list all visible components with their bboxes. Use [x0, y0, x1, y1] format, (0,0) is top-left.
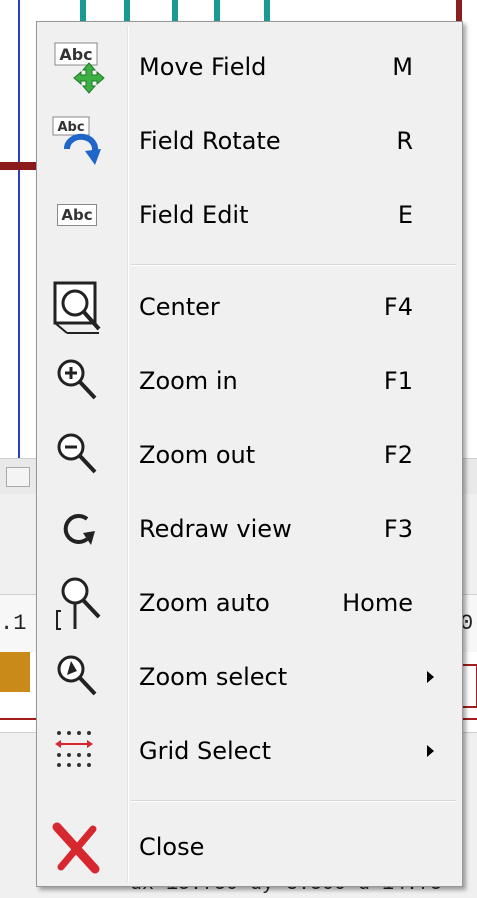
menu-item-shortcut: F2	[383, 441, 413, 469]
menu-item-close[interactable]: Close	[41, 814, 458, 880]
component-symbol	[0, 652, 30, 692]
schematic-wire	[0, 162, 36, 170]
menu-item-shortcut: Home	[342, 589, 413, 617]
svg-text:Abc: Abc	[59, 45, 92, 64]
center-icon	[47, 277, 107, 337]
svg-text:Abc: Abc	[57, 120, 84, 135]
menu-item-grid-select[interactable]: Grid Select	[41, 718, 458, 784]
schematic-pin	[124, 0, 130, 22]
menu-item-zoom-select[interactable]: Zoom select	[41, 644, 458, 710]
zoom-in-icon	[47, 351, 107, 411]
sheet-border-line	[18, 0, 20, 460]
schematic-pin	[264, 0, 270, 22]
menu-item-zoom-auto[interactable]: Zoom auto Home	[41, 570, 458, 636]
field-edit-icon: Abc	[47, 185, 107, 245]
menu-item-label: Field Rotate	[139, 127, 281, 155]
schematic-pin	[172, 0, 178, 22]
menu-item-zoom-in[interactable]: Zoom in F1	[41, 348, 458, 414]
menu-item-field-edit[interactable]: Abc Field Edit E	[41, 182, 458, 248]
schematic-pin	[214, 0, 220, 22]
menu-item-label: Move Field	[139, 53, 267, 81]
close-icon	[47, 817, 107, 877]
submenu-arrow-icon	[427, 745, 434, 757]
zoom-out-icon	[47, 425, 107, 485]
abc-label-icon: Abc	[57, 204, 97, 226]
menu-item-field-rotate[interactable]: Abc Field Rotate R	[41, 108, 458, 174]
menu-item-label: Zoom out	[139, 441, 256, 469]
status-text-left: .1	[0, 611, 27, 636]
menu-item-label: Close	[139, 833, 205, 861]
menu-item-redraw-view[interactable]: Redraw view F3	[41, 496, 458, 562]
context-menu: Abc Move Field M Abc Field Rotate R Abc …	[36, 21, 463, 887]
menu-item-shortcut: M	[392, 53, 413, 81]
zoom-select-icon	[47, 647, 107, 707]
menu-item-label: Zoom auto	[139, 589, 270, 617]
zoom-auto-icon	[47, 573, 107, 633]
menu-item-shortcut: F3	[383, 515, 413, 543]
menu-item-label: Zoom in	[139, 367, 238, 395]
menu-item-move-field[interactable]: Abc Move Field M	[41, 34, 458, 100]
scrollbar-thumb[interactable]	[6, 467, 30, 487]
menu-item-label: Zoom select	[139, 663, 288, 691]
menu-separator	[131, 800, 456, 802]
submenu-arrow-icon	[427, 671, 434, 683]
menu-item-label: Center	[139, 293, 220, 321]
menu-item-shortcut: F4	[383, 293, 413, 321]
schematic-wire	[456, 0, 462, 22]
menu-separator	[131, 264, 456, 266]
schematic-pin	[80, 0, 86, 22]
menu-item-shortcut: E	[397, 201, 413, 229]
menu-item-zoom-out[interactable]: Zoom out F2	[41, 422, 458, 488]
menu-item-shortcut: R	[396, 127, 413, 155]
menu-item-shortcut: F1	[383, 367, 413, 395]
menu-item-label: Grid Select	[139, 737, 272, 765]
menu-item-label: Field Edit	[139, 201, 249, 229]
grid-select-icon	[47, 721, 107, 781]
move-field-icon: Abc	[47, 37, 107, 97]
menu-item-label: Redraw view	[139, 515, 292, 543]
menu-item-center[interactable]: Center F4	[41, 274, 458, 340]
field-rotate-icon: Abc	[47, 111, 107, 171]
redraw-icon	[47, 499, 107, 559]
